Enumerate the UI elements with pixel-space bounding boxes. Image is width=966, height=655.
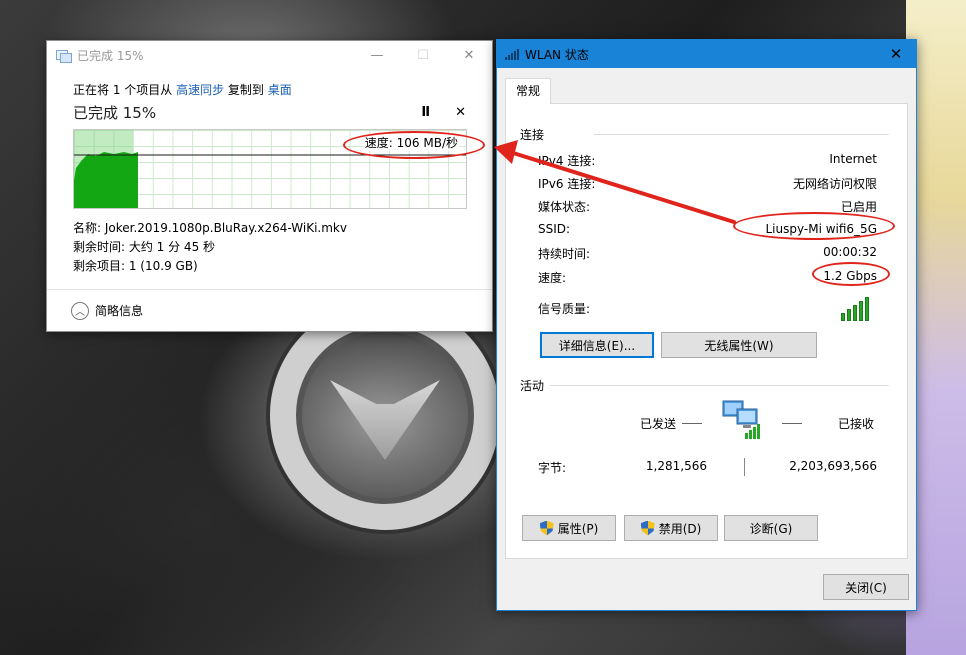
pause-button[interactable]: II [421,105,429,120]
diagnose-button[interactable]: 诊断(G) [724,515,818,541]
wlan-close-button[interactable]: 关闭(C) [823,574,909,600]
connection-divider [594,134,889,135]
admin-shield-icon [641,521,655,536]
signal-quality-label: 信号质量: [538,300,590,316]
copy-desc-mid: 复制到 [224,83,268,97]
wlan-status-window: WLAN 状态 ✕ 常规 连接 IPv4 连接: Internet IPv6 连… [496,39,917,611]
annotation-arrow-icon [492,138,737,228]
copy-dest-link[interactable]: 桌面 [268,83,292,97]
sent-label: 已发送 [640,415,676,432]
cancel-button[interactable]: ✕ [455,105,466,120]
details-button-label: 详细信息(E)... [559,337,635,354]
ipv4-value: Internet [829,152,877,168]
bytes-separator [744,458,745,476]
details-button[interactable]: 详细信息(E)... [540,332,654,358]
details-toggle-label: 简略信息 [95,302,143,319]
ssid-highlight-ellipse [733,212,895,240]
close-button-label: 关闭(C) [845,579,887,596]
properties-button[interactable]: 属性(P) [522,515,616,541]
copy-description: 正在将 1 个项目从 高速同步 复制到 桌面 [73,81,466,97]
wifi-signal-icon [505,48,519,60]
admin-shield-icon [540,521,554,536]
activity-section-title: 活动 [520,377,544,394]
bytes-received-value: 2,203,693,566 [789,459,877,473]
disable-button[interactable]: 禁用(D) [624,515,718,541]
row-duration: 持续时间: 00:00:32 [538,245,877,261]
speed-label: 速度: [538,269,566,285]
received-dash [782,423,802,424]
media-state-value: 已启用 [841,198,877,214]
ipv6-value: 无网络访问权限 [793,175,877,191]
file-name: 名称: Joker.2019.1080p.BluRay.x264-WiKi.mk… [73,219,466,238]
properties-button-label: 属性(P) [558,520,599,537]
minimize-button[interactable]: — [354,41,400,69]
copy-window-title: 已完成 15% [77,47,144,64]
duration-value: 00:00:32 [823,245,877,261]
copy-titlebar[interactable]: 已完成 15% — ☐ ✕ [47,41,492,69]
copy-icon [55,49,71,61]
time-remaining: 剩余时间: 大约 1 分 45 秒 [73,238,466,257]
activity-divider [550,385,889,386]
copy-desc-prefix: 正在将 1 个项目从 [73,83,176,97]
link-speed-highlight-ellipse [812,262,890,286]
network-computers-icon [719,399,765,441]
wlan-titlebar[interactable]: WLAN 状态 ✕ [497,40,916,68]
close-button[interactable]: ✕ [446,41,492,69]
wlan-close-icon[interactable]: ✕ [876,40,916,68]
chevron-up-icon: ︿ [71,302,89,320]
copy-percent-heading: 已完成 15% [73,102,156,123]
duration-label: 持续时间: [538,245,590,261]
tab-general[interactable]: 常规 [505,78,551,104]
copy-progress-window: 已完成 15% — ☐ ✕ 正在将 1 个项目从 高速同步 复制到 桌面 已完成… [46,40,493,332]
row-signal-quality: 信号质量: [538,300,877,316]
copy-source-link[interactable]: 高速同步 [176,83,224,97]
bytes-sent-value: 1,281,566 [646,459,707,473]
disable-button-label: 禁用(D) [659,520,702,537]
maximize-button[interactable]: ☐ [400,41,446,69]
speed-highlight-ellipse [343,131,485,159]
wireless-properties-button[interactable]: 无线属性(W) [661,332,817,358]
sent-dash [682,423,702,424]
items-remaining: 剩余项目: 1 (10.9 GB) [73,257,466,276]
wireless-properties-label: 无线属性(W) [704,337,773,354]
bytes-label: 字节: [538,459,566,476]
wlan-window-title: WLAN 状态 [525,46,589,63]
diagnose-button-label: 诊断(G) [750,520,793,537]
received-label: 已接收 [838,415,874,432]
signal-quality-bars-icon [841,297,869,321]
details-toggle[interactable]: ︿ 简略信息 [47,289,492,331]
